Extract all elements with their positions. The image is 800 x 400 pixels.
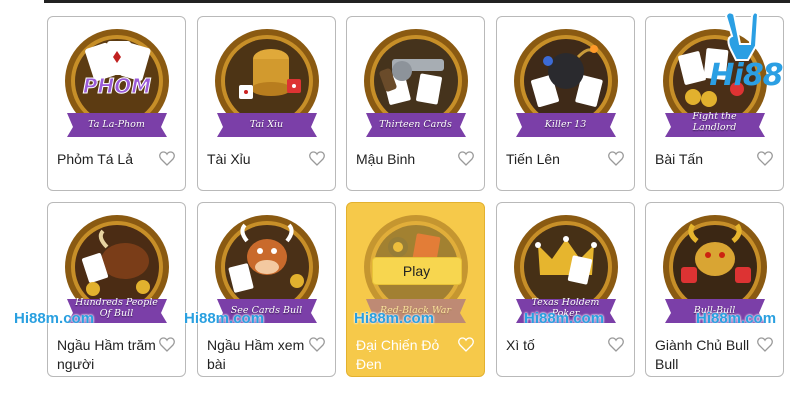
playing-cards-icon: PHOM Ta La-Phom [59,25,175,141]
game-card-dai-chien-do-den[interactable]: Red-Black War Play Đại Chiến Đỏ Đen [346,202,485,377]
favorite-heart-icon[interactable] [309,337,325,352]
dice-cup-icon: Tai Xiu [209,25,325,141]
game-name: Ngầu Hầm trăm người [57,337,156,372]
favorite-heart-icon[interactable] [757,151,773,166]
favorite-heart-icon[interactable] [159,151,175,166]
favorite-heart-icon[interactable] [458,337,474,352]
brand-logo: Hi88 [700,6,792,98]
game-name: Bài Tấn [655,151,703,167]
watermark-text: Hi88m.com [354,310,435,327]
watermark-text: Hi88m.com [696,310,777,327]
game-banner: Thirteen Cards [379,119,452,130]
game-name: Xì tố [506,337,535,353]
watermark-text: Hi88m.com [524,310,605,327]
game-card-ngau-ham-tram-nguoi[interactable]: Hundreds People Of Bull Ngầu Hầm trăm ng… [47,202,186,377]
game-name: Phỏm Tá Lả [57,151,134,167]
game-name: Mậu Binh [356,151,416,167]
top-divider [44,0,790,3]
game-banner: Killer 13 [544,119,587,130]
game-card-tai-xiu[interactable]: Tai Xiu Tài Xỉu [197,16,336,191]
favorite-heart-icon[interactable] [458,151,474,166]
brand-logo-text: Hi88 [709,58,783,93]
game-card-phom[interactable]: PHOM Ta La-Phom Phỏm Tá Lả [47,16,186,191]
revolver-icon: Thirteen Cards [358,25,474,141]
favorite-heart-icon[interactable] [309,151,325,166]
bomb-icon: Killer 13 [508,25,624,141]
game-name: Đại Chiến Đỏ Đen [356,337,440,372]
victory-hand-icon [724,11,760,61]
game-card-ngau-ham-xem-bai[interactable]: See Cards Bull Ngầu Hầm xem bài [197,202,336,377]
game-card-mau-binh[interactable]: Thirteen Cards Mậu Binh [346,16,485,191]
game-banner: Fight the Landlord [692,111,737,133]
game-card-tien-len[interactable]: Killer 13 Tiến Lên [496,16,635,191]
watermark-text: Hi88m.com [14,310,95,327]
game-banner: Tai Xiu [249,119,284,130]
game-name: Tài Xỉu [207,151,251,167]
game-card-gianh-chu-bull-bull[interactable]: Bull-Bull Giành Chủ Bull Bull [645,202,784,377]
watermark-text: Hi88m.com [184,310,265,327]
game-name: Giành Chủ Bull Bull [655,337,750,372]
play-button[interactable]: Play [371,257,462,285]
game-name: Ngầu Hầm xem bài [207,337,305,372]
game-card-xi-to[interactable]: Texas Holdem Poker Xì tố [496,202,635,377]
game-banner: Ta La-Phom [88,119,145,130]
favorite-heart-icon[interactable] [608,337,624,352]
game-name: Tiến Lên [506,151,560,167]
art-title: PHOM [82,74,150,98]
favorite-heart-icon[interactable] [757,337,773,352]
game-grid: PHOM Ta La-Phom Phỏm Tá Lả Tai Xiu Tài X… [47,16,787,386]
favorite-heart-icon[interactable] [159,337,175,352]
favorite-heart-icon[interactable] [608,151,624,166]
